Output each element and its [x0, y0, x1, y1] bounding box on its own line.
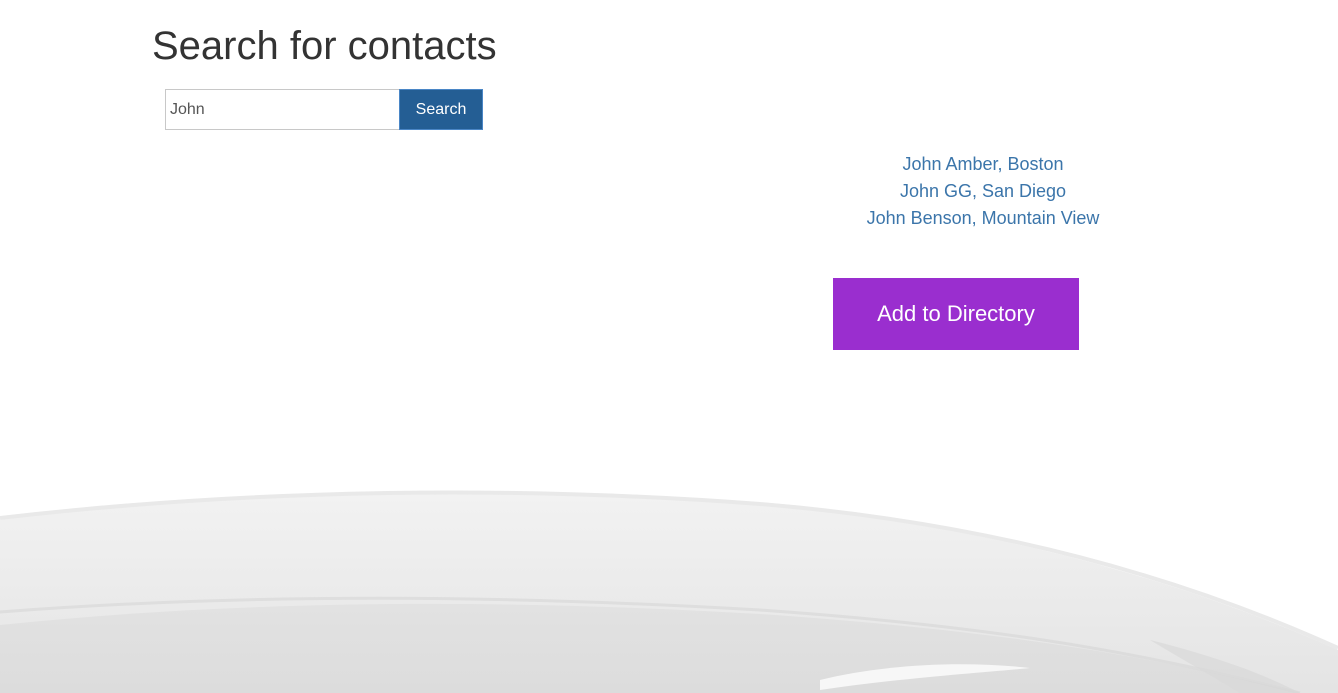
search-bar: Search	[165, 89, 483, 130]
search-button[interactable]: Search	[399, 89, 483, 130]
result-link[interactable]: John GG, San Diego	[833, 178, 1133, 205]
result-link[interactable]: John Amber, Boston	[833, 151, 1133, 178]
page-content: Search for contacts Search John Amber, B…	[0, 0, 1338, 693]
page-title: Search for contacts	[152, 24, 497, 68]
add-to-directory-button[interactable]: Add to Directory	[833, 278, 1079, 350]
search-results-list: John Amber, Boston John GG, San Diego Jo…	[833, 151, 1133, 232]
search-input[interactable]	[165, 89, 399, 130]
result-link[interactable]: John Benson, Mountain View	[833, 205, 1133, 232]
